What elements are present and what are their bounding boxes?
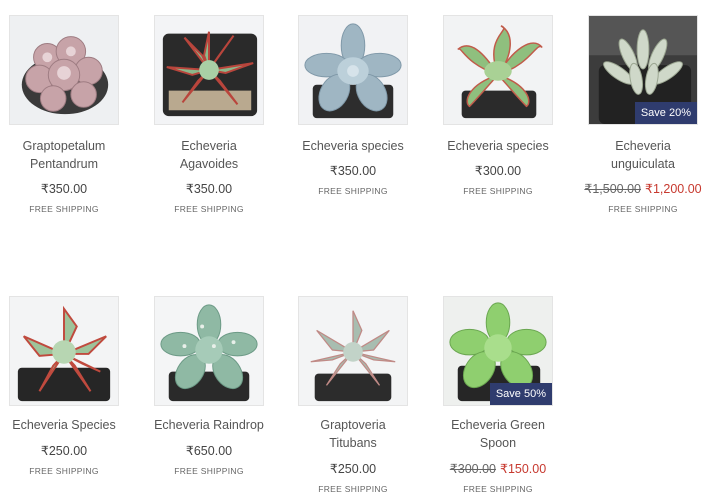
shipping-label: FREE SHIPPING [463, 484, 533, 494]
shipping-label: FREE SHIPPING [174, 466, 244, 476]
product-price: ₹300.00 ₹150.00 [429, 461, 567, 476]
product-image[interactable] [9, 15, 119, 125]
sale-badge: Save 50% [489, 383, 552, 405]
product-image[interactable] [154, 296, 264, 406]
shipping-label: FREE SHIPPING [174, 204, 244, 214]
product-image[interactable] [298, 15, 408, 125]
shipping-label: FREE SHIPPING [608, 204, 678, 214]
product-price: ₹250.00 [40, 444, 88, 458]
sale-price: ₹150.00 [500, 462, 547, 476]
product-title[interactable]: Echeveria Species [0, 416, 133, 434]
product-price: ₹250.00 [329, 462, 377, 476]
product-title[interactable]: Echeveria Agavoides [140, 137, 278, 173]
product-image[interactable] [9, 296, 119, 406]
product-price: ₹1,500.00 ₹1,200.00 [574, 181, 712, 196]
product-image[interactable] [154, 15, 264, 125]
product-title[interactable]: Echeveria species [429, 137, 567, 155]
product-title[interactable]: Echeveria unguiculata [574, 137, 712, 173]
shipping-label: FREE SHIPPING [29, 466, 99, 476]
shipping-label: FREE SHIPPING [29, 204, 99, 214]
shipping-label: FREE SHIPPING [463, 186, 533, 196]
product-image[interactable] [443, 15, 553, 125]
product-price: ₹300.00 [474, 164, 522, 178]
original-price: ₹300.00 [449, 462, 496, 476]
sale-badge: Save 20% [634, 102, 697, 124]
shipping-label: FREE SHIPPING [318, 186, 388, 196]
product-price: ₹650.00 [185, 444, 233, 458]
product-title[interactable]: Echeveria Raindrop [140, 416, 278, 434]
product-image[interactable] [298, 296, 408, 406]
product-title[interactable]: Echeveria species [284, 137, 422, 155]
product-price: ₹350.00 [329, 164, 377, 178]
sale-price: ₹1,200.00 [645, 182, 702, 196]
product-image[interactable]: Save 50% [443, 296, 553, 406]
original-price: ₹1,500.00 [584, 182, 641, 196]
shipping-label: FREE SHIPPING [318, 484, 388, 494]
product-price: ₹350.00 [40, 182, 88, 196]
product-title[interactable]: Echeveria Green Spoon [429, 416, 567, 452]
product-title[interactable]: Graptopetalum Pentandrum [0, 137, 133, 173]
product-title[interactable]: Graptoveria Titubans [284, 416, 422, 452]
product-price: ₹350.00 [185, 182, 233, 196]
product-image[interactable]: Save 20% [588, 15, 698, 125]
